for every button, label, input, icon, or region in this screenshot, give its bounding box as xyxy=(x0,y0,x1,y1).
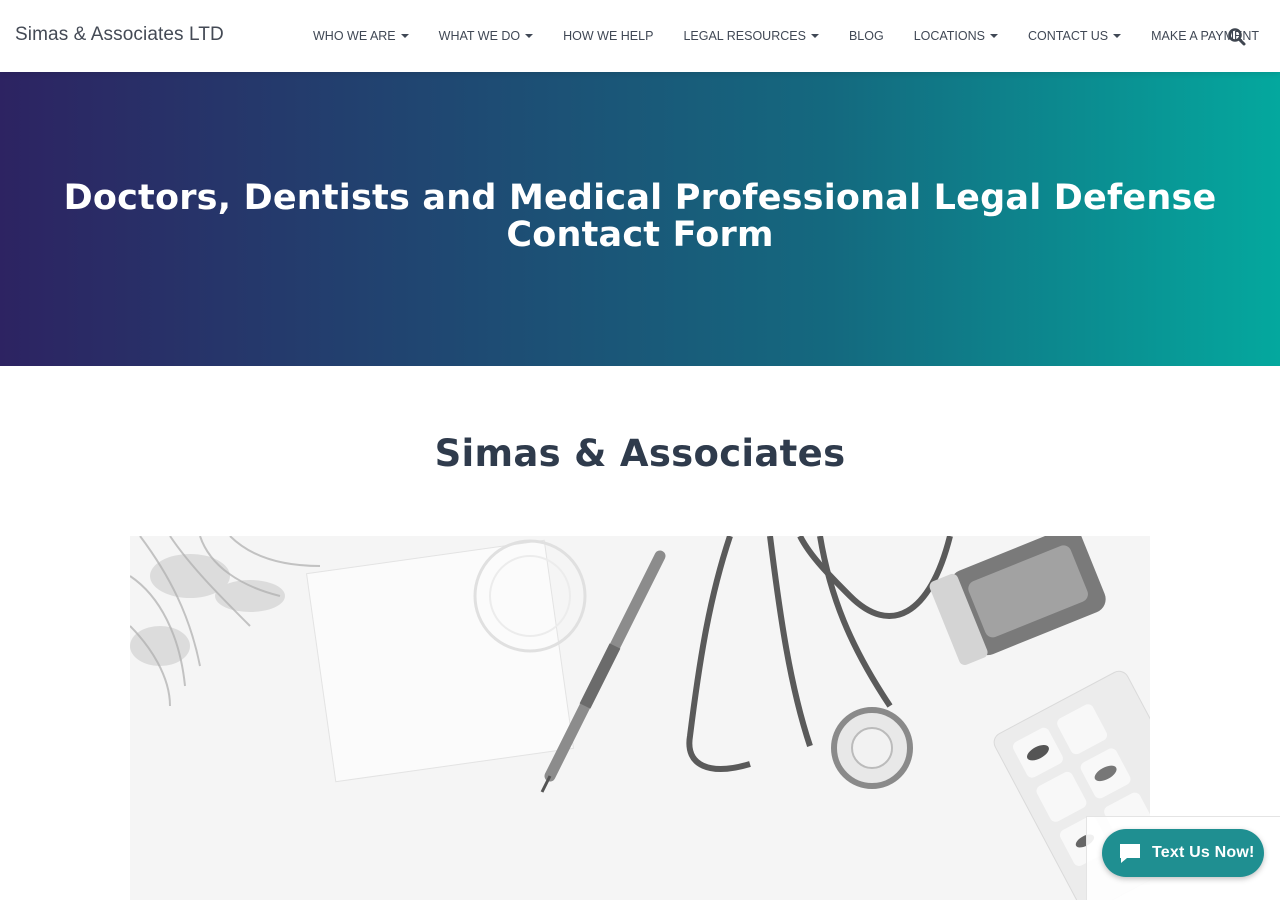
nav-item-label: LEGAL RESOURCES xyxy=(683,29,806,43)
caret-down-icon xyxy=(810,34,819,38)
main-nav: WHO WE ARE WHAT WE DO HOW WE HELP LEGAL … xyxy=(298,0,1274,72)
caret-down-icon xyxy=(525,34,534,38)
nav-item-legal-resources[interactable]: LEGAL RESOURCES xyxy=(668,0,834,72)
caret-down-icon xyxy=(400,34,409,38)
nav-item-how-we-help[interactable]: HOW WE HELP xyxy=(548,0,668,72)
text-us-now-button[interactable]: Text Us Now! xyxy=(1102,829,1264,877)
medical-desk-photo xyxy=(130,536,1150,900)
nav-item-who-we-are[interactable]: WHO WE ARE xyxy=(298,0,424,72)
search-icon[interactable] xyxy=(1226,26,1248,48)
nav-item-label: HOW WE HELP xyxy=(563,29,654,43)
text-us-now-label: Text Us Now! xyxy=(1152,844,1255,861)
nav-item-label: LOCATIONS xyxy=(913,29,985,43)
brand-logo-link[interactable]: Simas & Associates LTD xyxy=(15,24,224,46)
nav-item-label: WHO WE ARE xyxy=(313,29,396,43)
nav-item-contact-us[interactable]: CONTACT US xyxy=(1013,0,1136,72)
section-heading: Simas & Associates xyxy=(434,432,846,475)
chat-bubble-icon xyxy=(1118,842,1142,864)
nav-item-blog[interactable]: BLOG xyxy=(834,0,899,72)
nav-item-label: CONTACT US xyxy=(1028,29,1109,43)
nav-item-label: WHAT WE DO xyxy=(438,29,521,43)
nav-item-what-we-do[interactable]: WHAT WE DO xyxy=(424,0,548,72)
nav-item-label: BLOG xyxy=(848,29,884,43)
nav-item-make-a-payment[interactable]: MAKE A PAYMENT xyxy=(1136,0,1274,72)
hero-banner: Doctors, Dentists and Medical Profession… xyxy=(0,72,1280,366)
caret-down-icon xyxy=(990,34,998,38)
page-title: Doctors, Dentists and Medical Profession… xyxy=(63,178,1217,255)
site-header: Simas & Associates LTD WHO WE ARE WHAT W… xyxy=(0,0,1280,72)
caret-down-icon xyxy=(1113,34,1122,38)
nav-item-locations[interactable]: LOCATIONS xyxy=(899,0,1013,72)
